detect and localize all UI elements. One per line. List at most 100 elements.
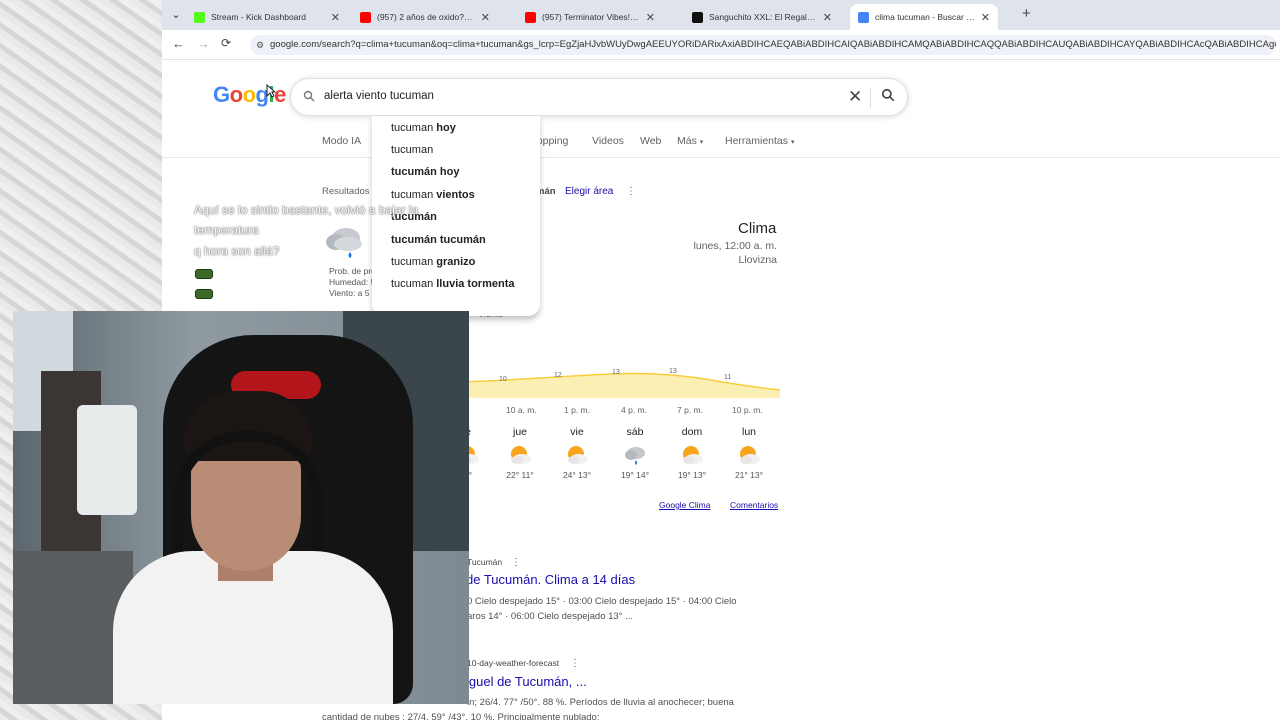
autocomplete-suggestion[interactable]: tucumán hoy <box>391 166 459 178</box>
result-snippet: 0 Cielo despejado 15° · 03:00 Cielo desp… <box>467 594 737 624</box>
tab-title: Sanguchito XXL: El Regalo Perfe <box>709 12 817 22</box>
autocomplete-suggestion[interactable]: tucuman <box>391 144 433 156</box>
mouse-cursor-icon <box>266 83 277 101</box>
chat-emote-icon <box>195 269 213 279</box>
forecast-day-temps: 19° 13° <box>677 470 707 480</box>
chat-emote-icon <box>195 289 213 299</box>
snippet-line: 0 Cielo despejado 15° · 03:00 Cielo desp… <box>467 596 737 607</box>
forecast-day[interactable]: jue 22° 11° <box>500 426 540 480</box>
suggestion-completion: lluvia tormenta <box>436 278 515 290</box>
logo-letter: o <box>242 82 256 107</box>
filter-web[interactable]: Web <box>640 135 661 147</box>
suggestion-completion: hoy <box>436 122 456 134</box>
tab-title: clima tucuman - Buscar con Go <box>875 12 975 22</box>
tab-favicon-icon <box>858 11 869 23</box>
suggestion-text: tucuman <box>391 278 437 290</box>
sun-cloud-icon <box>679 442 705 468</box>
new-tab-button[interactable]: + <box>1022 5 1031 22</box>
wind-speed: Viento: a 5 k <box>329 288 377 298</box>
search-input[interactable]: alerta viento tucuman <box>324 90 434 102</box>
weather-details: Prob. de pre Humedad: 5 Viento: a 5 k <box>329 266 376 299</box>
more-options-icon[interactable]: ⋮ <box>511 557 521 568</box>
snippet-line: cantidad de nubes ; 27/4. 59° /43°. 10 %… <box>322 712 600 720</box>
filter-more[interactable]: Más ▾ <box>677 135 703 147</box>
browser-tab[interactable]: (957) 2 años de oxido? #restau ✕ <box>352 4 498 30</box>
hour-label: 7 p. m. <box>677 405 703 415</box>
forecast-day[interactable]: sáb 19° 14° <box>615 426 655 480</box>
filter-more-label: Más <box>677 135 697 147</box>
forecast-day[interactable]: vie 24° 13° <box>557 426 597 480</box>
humidity: Humedad: 5 <box>329 277 376 287</box>
tab-favicon-icon <box>194 11 205 23</box>
browser-tab[interactable]: Sanguchito XXL: El Regalo Perfe ✕ <box>684 4 840 30</box>
tab-favicon-icon <box>360 11 371 23</box>
filter-tools-label: Herramientas <box>725 135 789 147</box>
autocomplete-suggestion[interactable]: tucuman lluvia tormenta <box>391 278 515 290</box>
hour-label: 10 a. m. <box>506 405 537 415</box>
browser-tab[interactable]: Stream - Kick Dashboard ✕ <box>186 4 348 30</box>
logo-letter: G <box>213 82 230 107</box>
screen: ⌄ Stream - Kick Dashboard ✕ (957) 2 años d… <box>0 0 1280 720</box>
temp-label: 13 <box>612 369 620 376</box>
forecast-day-name: dom <box>681 426 703 438</box>
tab-favicon-icon <box>692 11 703 23</box>
close-tab-icon[interactable]: ✕ <box>331 11 340 24</box>
logo-letter: o <box>229 82 243 107</box>
forecast-day-name: lun <box>741 426 756 438</box>
hour-label: 4 p. m. <box>621 405 647 415</box>
close-tab-icon[interactable]: ✕ <box>981 11 990 24</box>
filter-videos[interactable]: Videos <box>592 135 624 147</box>
site-info-icon[interactable]: ⚙ <box>256 35 264 55</box>
forecast-day-temps: 19° 14° <box>620 470 650 480</box>
forecast-day-temps: 24° 13° <box>562 470 592 480</box>
tab-search-button[interactable]: ⌄ <box>166 5 186 25</box>
forecast-day-name: jue <box>512 426 527 438</box>
search-box[interactable]: alerta viento tucuman ✕ <box>290 78 908 116</box>
tab-title: (957) 2 años de oxido? #restau <box>377 12 475 22</box>
webcam-feed <box>13 311 469 704</box>
google-weather-link[interactable]: Google Clima <box>659 500 711 510</box>
temp-label: 12 <box>554 372 562 379</box>
caret-down-icon: ▾ <box>699 139 704 146</box>
caret-down-icon: ▾ <box>790 139 795 146</box>
forecast-day-name: sáb <box>626 426 644 438</box>
forecast-day[interactable]: dom 19° 13° <box>672 426 712 480</box>
forecast-day[interactable]: lun 21° 13° <box>729 426 769 480</box>
search-submit-icon[interactable] <box>881 88 895 105</box>
forecast-day-name: vie <box>570 426 584 438</box>
address-bar[interactable]: ⚙ google.com/search?q=clima+tucuman&oq=c… <box>250 35 1276 55</box>
clear-icon[interactable]: ✕ <box>848 87 862 107</box>
tab-title: (957) Terminator Vibes! 🇺🇸 🇲🇽 <box>542 11 640 22</box>
more-options-icon[interactable]: ⋮ <box>626 186 636 197</box>
webcam-air-conditioner <box>77 405 137 515</box>
choose-area-link[interactable]: Elegir área <box>565 186 613 197</box>
reload-button[interactable]: ⟳ <box>221 36 231 50</box>
url-text: google.com/search?q=clima+tucuman&oq=cli… <box>270 39 1276 50</box>
suggestion-completion: tucumán hoy <box>391 166 460 178</box>
result-site: 10-day-weather-forecast <box>467 658 560 668</box>
weather-time: lunes, 12:00 a. m. <box>693 240 777 252</box>
sun-cloud-icon <box>507 442 533 468</box>
forecast-day-temps: 22° 11° <box>506 470 534 480</box>
close-tab-icon[interactable]: ✕ <box>481 11 490 24</box>
search-filters: Modo IA Shopping Videos Web Más ▾ Herram… <box>162 130 1280 158</box>
forecast-day-temps: 21° 13° <box>734 470 764 480</box>
close-tab-icon[interactable]: ✕ <box>823 11 832 24</box>
feedback-link[interactable]: Comentarios <box>730 500 778 510</box>
browser-tab[interactable]: (957) Terminator Vibes! 🇺🇸 🇲🇽 ✕ <box>517 4 663 30</box>
suggestion-text: tucuman <box>391 122 437 134</box>
tab-bar: ⌄ Stream - Kick Dashboard ✕ (957) 2 años d… <box>162 0 1280 30</box>
close-tab-icon[interactable]: ✕ <box>646 11 655 24</box>
filter-tools[interactable]: Herramientas ▾ <box>725 135 794 147</box>
result-site: Tucumán <box>467 557 503 567</box>
weather-description: Llovizna <box>738 254 777 266</box>
more-options-icon[interactable]: ⋮ <box>570 658 580 669</box>
result-title-link[interactable]: iguel de Tucumán, ... <box>466 674 587 689</box>
result-title-link[interactable]: de Tucumán. Clima a 14 días <box>466 572 635 587</box>
temp-label: 10 <box>499 376 507 383</box>
forward-button[interactable]: → <box>197 36 210 51</box>
autocomplete-suggestion[interactable]: tucuman hoy <box>391 122 456 134</box>
filter-modo-ia[interactable]: Modo IA <box>322 135 361 147</box>
browser-tab[interactable]: clima tucuman - Buscar con Go ✕ <box>850 4 998 30</box>
back-button[interactable]: ← <box>172 36 185 51</box>
